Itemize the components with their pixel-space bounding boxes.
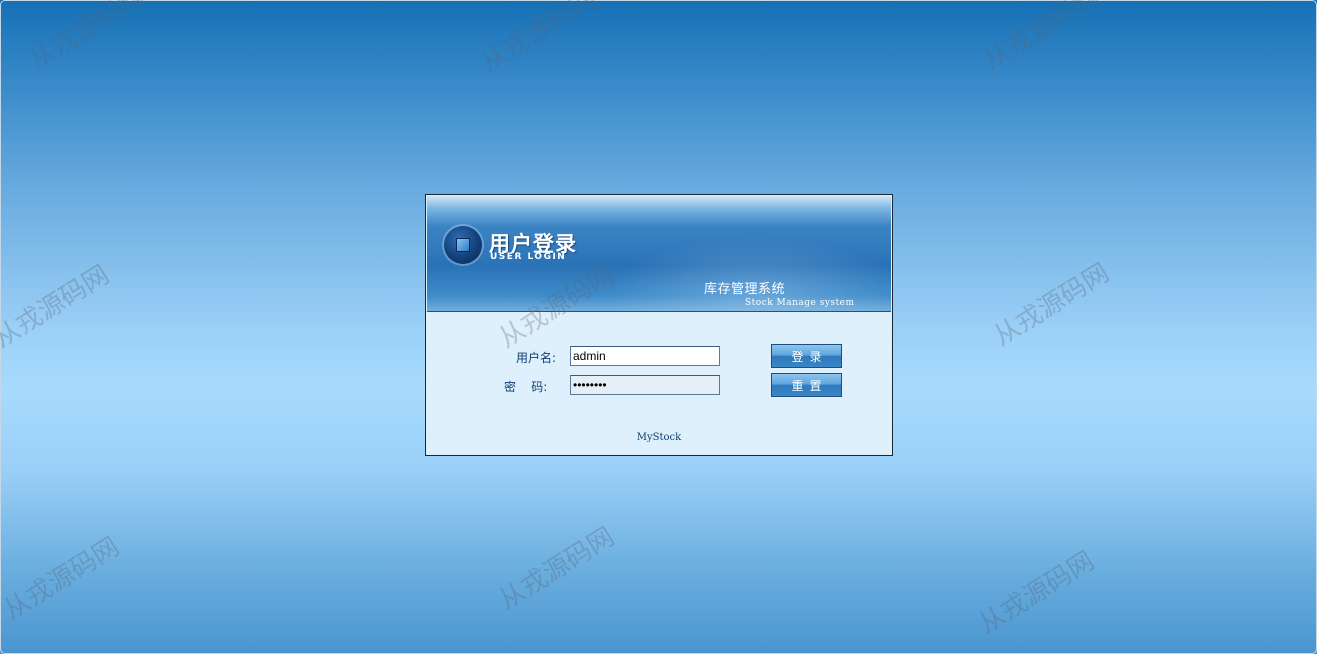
login-panel: 用户登录 USER LOGIN 库存管理系统 Stock Manage syst… (425, 194, 893, 456)
watermark-text: 从戎源码网 (973, 545, 1100, 641)
system-name-english: Stock Manage system (745, 298, 855, 308)
watermark-text: 从戎源码网 (0, 259, 115, 355)
footer-brand: MyStock (636, 432, 682, 443)
logo-square (456, 238, 470, 252)
username-label: 用户名: (516, 351, 557, 365)
login-subtitle: USER LOGIN (490, 252, 567, 262)
username-input[interactable] (570, 346, 720, 366)
password-label: 密 码: (504, 380, 548, 394)
watermark-text: 从戎源码网 (493, 521, 620, 617)
watermark-text: 从戎源码网 (988, 257, 1115, 353)
watermark-text: 从戎源码网 (475, 0, 602, 79)
square-in-circle-logo-icon (444, 226, 482, 264)
system-name: 库存管理系统 (704, 282, 786, 297)
password-input[interactable] (570, 375, 720, 395)
reset-button[interactable]: 重置 (771, 373, 842, 397)
watermark-text: 从戎源码网 (23, 0, 150, 77)
login-button[interactable]: 登录 (771, 344, 842, 368)
page-background: { "watermark": { "text": "从戎源码网" }, "log… (0, 0, 1317, 654)
watermark-text: 从戎源码网 (0, 531, 125, 627)
watermark-text: 从戎源码网 (978, 0, 1105, 77)
login-header: 用户登录 USER LOGIN 库存管理系统 Stock Manage syst… (427, 196, 891, 312)
